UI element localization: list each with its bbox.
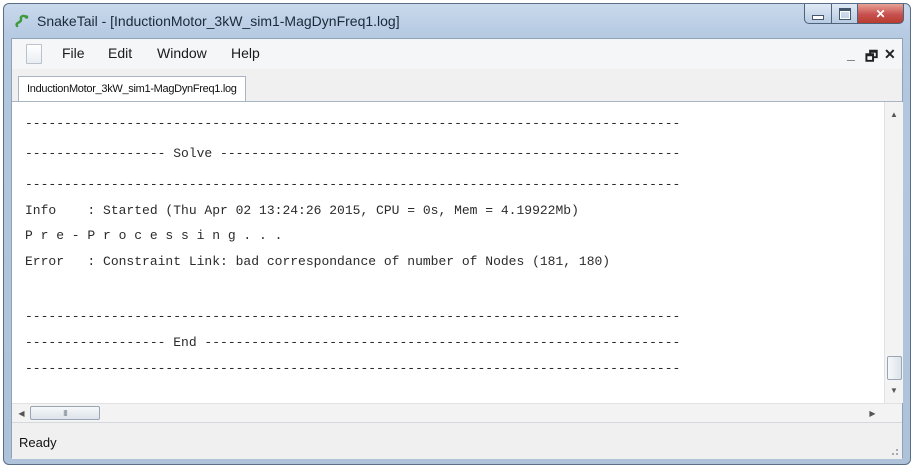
caption-buttons: ✕	[804, 4, 904, 26]
scroll-left-icon[interactable]: ◀	[13, 404, 30, 422]
log-line: ----------------------------------------…	[25, 116, 681, 131]
maximize-icon	[838, 7, 851, 20]
mdi-restore-button[interactable]: 🗗	[865, 46, 878, 70]
vertical-scroll-thumb[interactable]	[887, 356, 902, 380]
tab-strip: InductionMotor_3kW_sim1-MagDynFreq1.log	[12, 69, 902, 102]
scroll-down-icon[interactable]: ▼	[885, 382, 903, 399]
close-icon: ✕	[875, 6, 886, 21]
mdi-close-button[interactable]: ✕	[884, 46, 896, 63]
minimize-icon	[812, 14, 824, 20]
log-line: ------------------ Solve ---------------…	[25, 146, 681, 161]
title-bar[interactable]: SnakeTail - [InductionMotor_3kW_sim1-Mag…	[4, 4, 910, 38]
minimize-button[interactable]	[804, 4, 832, 24]
tab-log-file[interactable]: InductionMotor_3kW_sim1-MagDynFreq1.log	[18, 76, 246, 101]
horizontal-scrollbar[interactable]: ◀ III ▶	[12, 403, 902, 422]
menu-bar: File Edit Window Help _ 🗗 ✕	[12, 39, 902, 70]
resize-grip-icon[interactable]	[889, 446, 899, 456]
scroll-right-icon[interactable]: ▶	[864, 404, 881, 422]
log-line: ------------------ End -----------------…	[25, 335, 681, 350]
menu-file[interactable]: File	[62, 45, 85, 61]
menu-edit[interactable]: Edit	[108, 45, 132, 61]
snake-app-icon	[15, 14, 29, 28]
client-area: File Edit Window Help _ 🗗 ✕ InductionMot…	[11, 38, 903, 459]
document-icon[interactable]	[26, 44, 42, 64]
menu-window[interactable]: Window	[157, 45, 207, 61]
horizontal-scroll-thumb[interactable]: III	[30, 406, 100, 420]
log-line: ----------------------------------------…	[25, 309, 681, 324]
app-window: SnakeTail - [InductionMotor_3kW_sim1-Mag…	[3, 3, 911, 465]
status-text: Ready	[19, 435, 57, 450]
vertical-scrollbar[interactable]: ▲ ▼	[884, 102, 903, 403]
log-line: Info : Started (Thu Apr 02 13:24:26 2015…	[25, 203, 579, 218]
menu-help[interactable]: Help	[231, 45, 260, 61]
log-line: Error : Constraint Link: bad corresponda…	[25, 254, 611, 269]
scroll-up-icon[interactable]: ▲	[885, 106, 903, 123]
log-line: P r e - P r o c e s s i n g . . .	[25, 228, 283, 243]
status-bar: Ready	[12, 422, 902, 459]
maximize-button[interactable]	[832, 4, 858, 24]
window-title: SnakeTail - [InductionMotor_3kW_sim1-Mag…	[37, 13, 400, 29]
mdi-minimize-button[interactable]: _	[847, 46, 855, 62]
log-line: ----------------------------------------…	[25, 361, 681, 376]
log-view[interactable]: ----------------------------------------…	[12, 102, 884, 403]
log-line: ----------------------------------------…	[25, 177, 681, 192]
close-button[interactable]: ✕	[858, 4, 904, 24]
